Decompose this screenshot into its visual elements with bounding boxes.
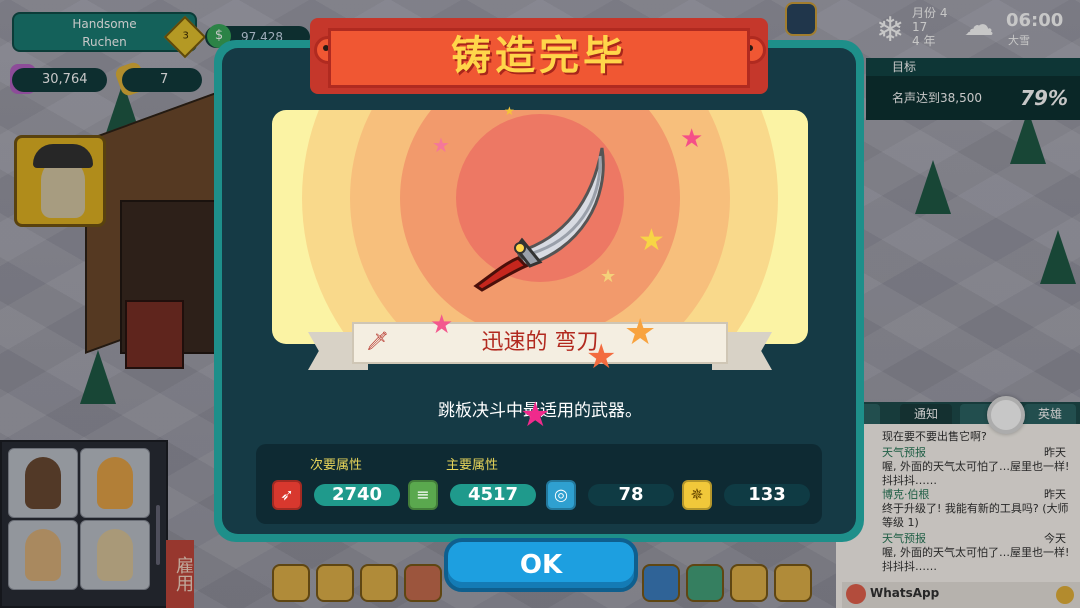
sparkle-star: ★ bbox=[624, 312, 657, 353]
precision-icon: ≡ bbox=[408, 480, 438, 510]
magic-icon: ◎ bbox=[546, 480, 576, 510]
knowledge-icon: ✵ bbox=[682, 480, 712, 510]
precision-value: 4517 bbox=[450, 484, 536, 506]
sparkle-star: ★ bbox=[430, 310, 454, 340]
secondary-stat-label: 次要属性 bbox=[310, 458, 363, 473]
knowledge-value: 133 bbox=[724, 484, 810, 506]
primary-stat-label: 主要属性 bbox=[446, 458, 499, 473]
scimitar-icon bbox=[473, 147, 605, 292]
sparkle-star: ★ bbox=[600, 266, 617, 287]
attack-value: 2740 bbox=[314, 484, 400, 506]
magic-value: 78 bbox=[588, 484, 674, 506]
sparkle-star: ★ bbox=[520, 395, 551, 435]
ok-button[interactable]: OK bbox=[444, 538, 638, 592]
attack-icon: ➶ bbox=[272, 480, 302, 510]
sparkle-star: ★ bbox=[432, 133, 450, 157]
dialog-title: 铸造完毕 bbox=[451, 33, 627, 79]
sparkle-star: ★ bbox=[504, 104, 515, 118]
sparkle-star: ★ bbox=[680, 124, 704, 154]
sparkle-star: ★ bbox=[586, 337, 617, 377]
sparkle-star: ★ bbox=[638, 223, 665, 258]
item-name: 迅速的 弯刀 bbox=[481, 330, 599, 355]
